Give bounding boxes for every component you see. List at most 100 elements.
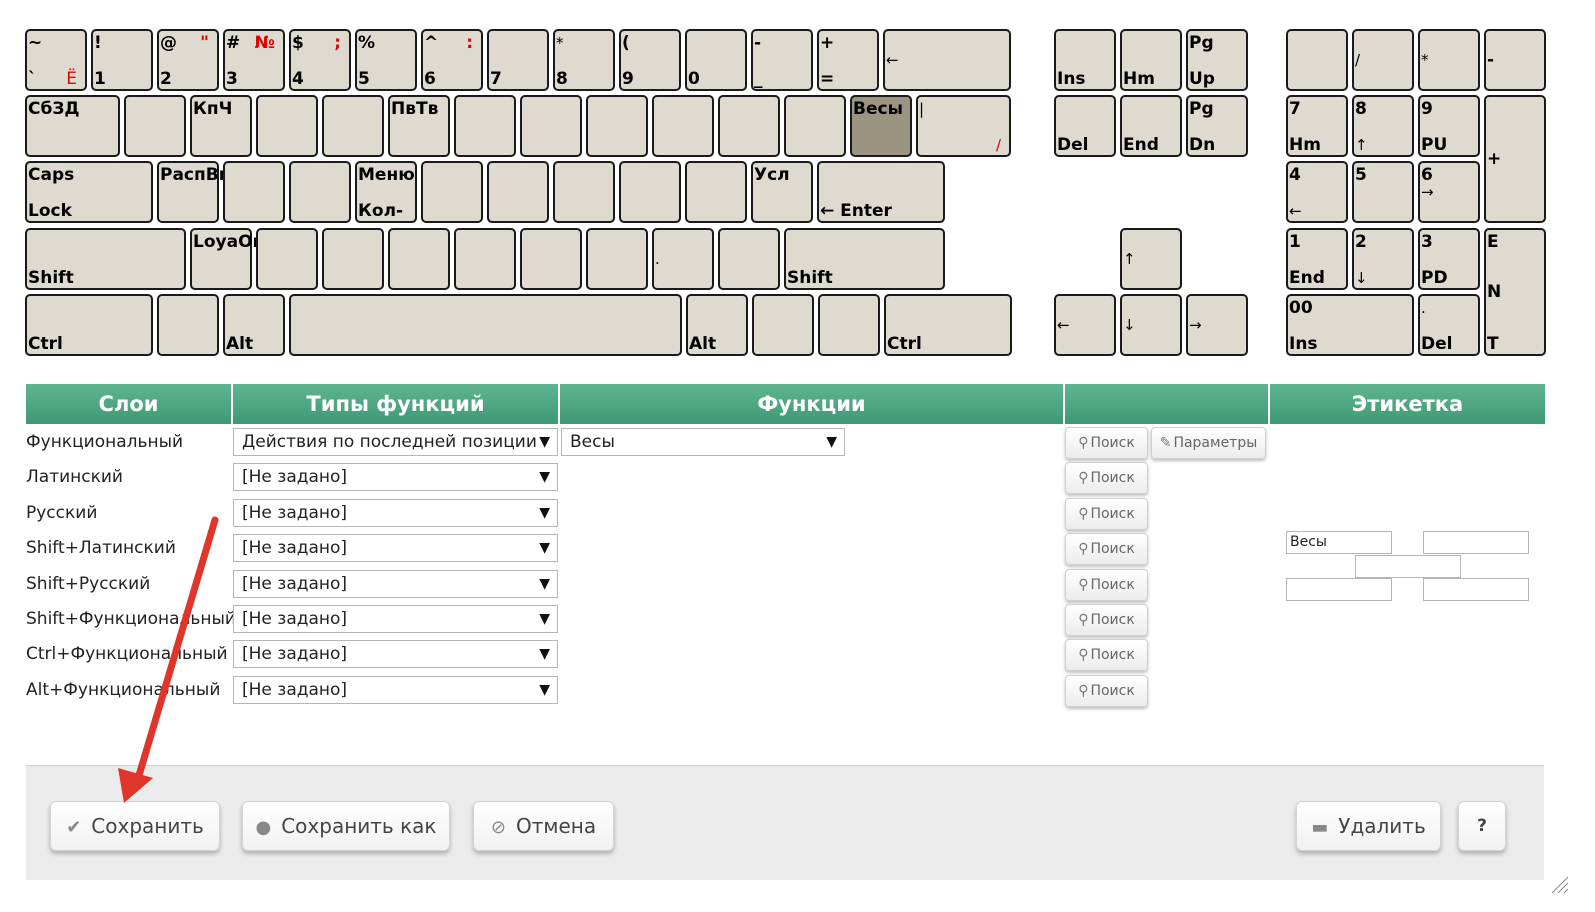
numpad-key-2[interactable]: / bbox=[1352, 29, 1414, 91]
key-row2-11[interactable] bbox=[718, 95, 780, 157]
label-field-bottom-right[interactable] bbox=[1423, 578, 1529, 601]
key-row1-4[interactable]: #3 № bbox=[223, 29, 285, 91]
key-row2-1[interactable]: СбЗД bbox=[25, 95, 120, 157]
key-row2-6[interactable]: ПвТв bbox=[388, 95, 450, 157]
key-row5-2[interactable] bbox=[157, 294, 219, 356]
key-row1-1[interactable]: ~ ` Ё bbox=[25, 29, 87, 91]
numpad-key-12[interactable]: 1 End bbox=[1286, 228, 1348, 290]
key-row5-3[interactable]: Alt bbox=[223, 294, 285, 356]
key-row5-5[interactable]: Alt bbox=[686, 294, 748, 356]
key-row1-2[interactable]: ! 1 bbox=[91, 29, 153, 91]
key-row1-14[interactable]: ← bbox=[883, 29, 1011, 91]
search-button[interactable]: ⚲ Поиск bbox=[1065, 498, 1148, 530]
function-type-select[interactable]: [Не задано] ▼ bbox=[233, 640, 558, 668]
key-row1-3[interactable]: @2 " bbox=[157, 29, 219, 91]
label-field-bottom-left[interactable] bbox=[1286, 578, 1392, 601]
params-button[interactable]: ✎ Параметры bbox=[1151, 427, 1266, 459]
key-row4-9[interactable]: . bbox=[652, 228, 714, 290]
key-row5-6[interactable] bbox=[752, 294, 814, 356]
key-row2-14[interactable]: | / bbox=[916, 95, 1011, 157]
search-button[interactable]: ⚲ Поиск bbox=[1065, 569, 1148, 601]
key-row1-10[interactable]: (9 bbox=[619, 29, 681, 91]
key-row3-1[interactable]: Caps Lock bbox=[25, 161, 153, 223]
key-row3-10[interactable] bbox=[685, 161, 747, 223]
key-row2-3[interactable]: КпЧ bbox=[190, 95, 252, 157]
search-button[interactable]: ⚲ Поиск bbox=[1065, 675, 1148, 707]
function-select[interactable]: Весы ▼ bbox=[561, 428, 845, 456]
nav-key-5[interactable]: End bbox=[1120, 95, 1182, 157]
key-row4-6[interactable] bbox=[454, 228, 516, 290]
cancel-button[interactable]: ⊘ Отмена bbox=[473, 801, 614, 851]
nav-key-8[interactable]: ← bbox=[1054, 294, 1116, 356]
label-field-middle[interactable] bbox=[1355, 555, 1461, 578]
key-row3-7[interactable] bbox=[487, 161, 549, 223]
nav-key-6[interactable]: Pg Dn bbox=[1186, 95, 1248, 157]
numpad-key-16[interactable]: 00 Ins bbox=[1286, 294, 1414, 356]
key-row4-4[interactable] bbox=[322, 228, 384, 290]
key-row3-4[interactable] bbox=[289, 161, 351, 223]
key-row1-5[interactable]: $4; bbox=[289, 29, 351, 91]
resize-grip-icon[interactable] bbox=[1550, 875, 1570, 895]
numpad-key-10[interactable]: 5 bbox=[1352, 161, 1414, 223]
key-row4-3[interactable] bbox=[256, 228, 318, 290]
search-button[interactable]: ⚲ Поиск bbox=[1065, 462, 1148, 494]
key-row2-5[interactable] bbox=[322, 95, 384, 157]
nav-key-3[interactable]: Pg Up bbox=[1186, 29, 1248, 91]
numpad-key-11[interactable]: 6 → bbox=[1418, 161, 1480, 223]
numpad-key-17[interactable]: . Del bbox=[1418, 294, 1480, 356]
key-row3-6[interactable] bbox=[421, 161, 483, 223]
key-row5-8[interactable]: Ctrl bbox=[884, 294, 1012, 356]
key-row3-5[interactable]: Меню Кол- bbox=[355, 161, 417, 223]
key-row3-2[interactable]: РаспВк bbox=[157, 161, 230, 223]
key-row2-10[interactable] bbox=[652, 95, 714, 157]
key-row4-7[interactable] bbox=[520, 228, 582, 290]
delete-button[interactable]: ▬ Удалить bbox=[1296, 801, 1441, 851]
function-type-select[interactable]: [Не задано] ▼ bbox=[233, 463, 558, 491]
key-row1-13[interactable]: + = bbox=[817, 29, 879, 91]
nav-key-7[interactable]: ↑ bbox=[1120, 228, 1182, 290]
numpad-key-3[interactable]: * bbox=[1418, 29, 1480, 91]
function-type-select[interactable]: Действия по последней позиции ▼ bbox=[233, 428, 558, 456]
function-type-select[interactable]: [Не задано] ▼ bbox=[233, 534, 558, 562]
nav-key-1[interactable]: Ins bbox=[1054, 29, 1116, 91]
key-row1-8[interactable]: 7 bbox=[487, 29, 549, 91]
nav-key-4[interactable]: Del bbox=[1054, 95, 1116, 157]
function-type-select[interactable]: [Не задано] ▼ bbox=[233, 676, 558, 704]
nav-key-2[interactable]: Hm bbox=[1120, 29, 1182, 91]
search-button[interactable]: ⚲ Поиск bbox=[1065, 533, 1148, 565]
nav-key-9[interactable]: ↓ bbox=[1120, 294, 1182, 356]
search-button[interactable]: ⚲ Поиск bbox=[1065, 604, 1148, 636]
numpad-key-14[interactable]: 3 PD bbox=[1418, 228, 1480, 290]
key-row2-8[interactable] bbox=[520, 95, 582, 157]
key-row1-9[interactable]: * 8 bbox=[553, 29, 615, 91]
key-row3-12[interactable]: ← Enter bbox=[817, 161, 945, 223]
numpad-key-7[interactable]: 9 PU bbox=[1418, 95, 1480, 157]
key-row1-7[interactable]: ^ 6: bbox=[421, 29, 483, 91]
key-row4-11[interactable]: Shift bbox=[784, 228, 945, 290]
key-row5-1[interactable]: Ctrl bbox=[25, 294, 153, 356]
numpad-key-15[interactable]: E T N bbox=[1484, 228, 1546, 356]
key-row4-5[interactable] bbox=[388, 228, 450, 290]
numpad-key-8[interactable]: + bbox=[1484, 95, 1546, 223]
key-row5-7[interactable] bbox=[818, 294, 880, 356]
key-row4-1[interactable]: Shift bbox=[25, 228, 186, 290]
key-row1-6[interactable]: % 5 bbox=[355, 29, 417, 91]
key-row1-12[interactable]: - _ bbox=[751, 29, 813, 91]
key-row2-2[interactable] bbox=[124, 95, 186, 157]
numpad-key-6[interactable]: 8 ↑ bbox=[1352, 95, 1414, 157]
function-type-select[interactable]: [Не задано] ▼ bbox=[233, 605, 558, 633]
key-row3-3[interactable] bbox=[223, 161, 285, 223]
key-row2-4[interactable] bbox=[256, 95, 318, 157]
key-row2-7[interactable] bbox=[454, 95, 516, 157]
function-type-select[interactable]: [Не задано] ▼ bbox=[233, 570, 558, 598]
nav-key-10[interactable]: → bbox=[1186, 294, 1248, 356]
key-row4-8[interactable] bbox=[586, 228, 648, 290]
key-row2-13[interactable]: Весы bbox=[850, 95, 912, 157]
save-as-button[interactable]: ● Сохранить как bbox=[242, 801, 450, 851]
numpad-key-4[interactable]: - bbox=[1484, 29, 1546, 91]
key-row5-4[interactable] bbox=[289, 294, 682, 356]
key-row2-9[interactable] bbox=[586, 95, 648, 157]
label-field-top-right[interactable] bbox=[1423, 531, 1529, 554]
function-type-select[interactable]: [Не задано] ▼ bbox=[233, 499, 558, 527]
numpad-key-5[interactable]: 7 Hm bbox=[1286, 95, 1348, 157]
